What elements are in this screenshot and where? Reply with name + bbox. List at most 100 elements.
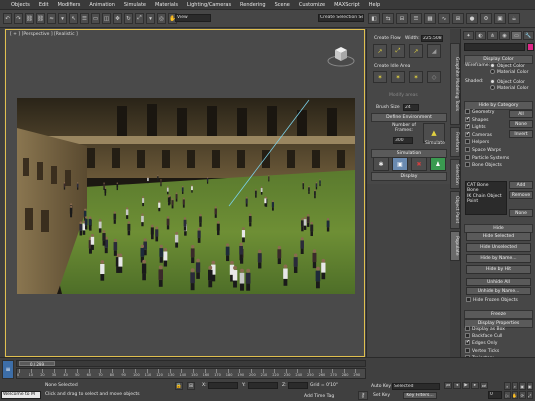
layers-icon[interactable]: ☰ <box>410 13 422 24</box>
display-prop-display-as-box[interactable]: Display as Box <box>465 326 533 333</box>
align-icon[interactable]: ⊟ <box>396 13 408 24</box>
wireframe-material-color[interactable]: Material Color <box>490 69 528 77</box>
select-object-icon[interactable]: ↖ <box>69 13 78 24</box>
y-field[interactable] <box>248 382 278 389</box>
hide-frozen-checkbox[interactable]: Hide Frozen Objects <box>466 297 518 305</box>
shaded-material-color[interactable]: Material Color <box>490 85 528 93</box>
fov-icon[interactable]: ▷ <box>504 391 511 399</box>
add-button[interactable]: Add <box>509 181 533 189</box>
abs-mode-icon[interactable]: ⊞ <box>187 382 195 390</box>
hide-button-0[interactable]: Hide Selected <box>466 232 531 241</box>
pivot-icon[interactable]: ◎ <box>157 13 166 24</box>
menu-item-edit[interactable]: Edit <box>39 2 49 8</box>
category-geometry[interactable]: Geometry <box>465 109 507 117</box>
zoom-extents-icon[interactable]: ▣ <box>519 382 526 390</box>
display-person-icon[interactable]: ✱ <box>373 157 389 171</box>
maximize-icon[interactable]: ⤢ <box>526 391 533 399</box>
menu-item-scene[interactable]: Scene <box>275 2 290 8</box>
viewport-label[interactable]: [ + ] [Perspective ] [Realistic ] <box>10 32 78 37</box>
hide-button-1[interactable]: Hide Unselected <box>466 243 531 252</box>
viewcube-icon[interactable] <box>326 42 356 68</box>
menu-item-maxscript[interactable]: MAXScript <box>334 2 360 8</box>
menu-item-lighting-cameras[interactable]: Lighting/Cameras <box>187 2 231 8</box>
flow-branch-icon[interactable]: ⤢ <box>391 44 405 58</box>
menu-item-animation[interactable]: Animation <box>89 2 115 8</box>
link-icon[interactable]: ⛓ <box>25 13 34 24</box>
none-list-button[interactable]: None <box>509 209 533 217</box>
simulate-button[interactable]: ▲ <box>423 123 445 143</box>
curve-editor-icon[interactable]: ∿ <box>438 13 450 24</box>
menu-item-objects[interactable]: Objects <box>11 2 30 8</box>
color-swatch[interactable] <box>527 43 534 51</box>
undo-icon[interactable]: ↶ <box>3 13 12 24</box>
object-name-field[interactable] <box>464 43 525 51</box>
window-crossing-icon[interactable]: ◫ <box>102 13 111 24</box>
selected-dropdown[interactable]: Selected <box>392 383 440 390</box>
reference-coordinate-icon[interactable]: ▾ <box>146 13 155 24</box>
hide-button-2[interactable]: Hide by Name... <box>466 254 531 263</box>
list-item[interactable]: Point <box>467 199 505 204</box>
display-prop-edges-only[interactable]: ✔ Edges Only <box>465 340 533 347</box>
select-move-icon[interactable]: ✥ <box>113 13 122 24</box>
freeze-header[interactable]: Freeze <box>464 310 533 319</box>
unlink-icon[interactable]: ⛓ <box>36 13 45 24</box>
select-filter-icon[interactable]: ▾ <box>58 13 67 24</box>
key-filters-button[interactable]: Key Filters... <box>403 392 437 399</box>
category-shapes[interactable]: ✔ Shapes <box>465 116 507 125</box>
selection-set-dropdown[interactable]: Create Selection Se <box>318 14 364 22</box>
material-editor-icon[interactable]: ● <box>466 13 478 24</box>
panel-tab-motion-icon[interactable]: ◉ <box>499 31 510 40</box>
lock-icon[interactable]: 🔒 <box>175 382 183 390</box>
display-prop-vertex-ticks[interactable]: Vertex Ticks <box>465 347 533 355</box>
add-time-tag[interactable]: Add Time Tag <box>304 394 334 399</box>
none-button[interactable]: None <box>509 120 533 128</box>
panel-tab-hierarchy-icon[interactable]: ⋔ <box>487 31 498 40</box>
flow-create-icon[interactable]: ↗ <box>373 44 387 58</box>
schematic-view-icon[interactable]: ⊞ <box>452 13 464 24</box>
select-rotate-icon[interactable]: ↻ <box>124 13 133 24</box>
zoom-all-icon[interactable]: ⌕ <box>511 382 518 390</box>
width-field[interactable]: 225.508 <box>421 35 443 42</box>
category-bone-objects[interactable]: Bone Objects <box>465 162 507 170</box>
panel-tab-create-icon[interactable]: ✦ <box>463 31 474 40</box>
idle-free-icon[interactable]: ✶ <box>391 71 405 83</box>
mini-listener-icon[interactable]: ≡ <box>2 360 14 379</box>
idle-circle-icon[interactable]: ✶ <box>373 71 387 83</box>
select-by-name-icon[interactable]: ☰ <box>80 13 89 24</box>
display-figure-icon[interactable]: ♟ <box>430 157 446 171</box>
go-to-start-icon[interactable]: ⏮ <box>444 382 452 389</box>
viewport[interactable]: [ + ] [Perspective ] [Realistic ] <box>5 29 365 357</box>
track-bar[interactable]: 0 10 20 30 40 50 60 70 80 90 100 110 120 130 140 150 160… <box>16 368 366 379</box>
render-icon[interactable]: ☕ <box>508 13 520 24</box>
set-key-icon[interactable]: ⚷ <box>358 391 368 400</box>
menu-item-materials[interactable]: Materials <box>155 2 178 8</box>
time-slider-thumb[interactable]: 0 / 299 <box>19 361 55 367</box>
panel-tab-display-icon[interactable]: ▭ <box>511 31 522 40</box>
define-environment-header[interactable]: Define Environment <box>371 113 447 122</box>
zoom-icon[interactable]: ⌕ <box>504 382 511 390</box>
panel-tab-modify-icon[interactable]: ◐ <box>475 31 486 40</box>
z-field[interactable] <box>288 382 308 389</box>
number-of-frames-field[interactable]: 300 <box>393 137 413 144</box>
remove-button[interactable]: Remove <box>509 191 533 199</box>
next-frame-icon[interactable]: ▸ <box>471 382 479 389</box>
x-field[interactable] <box>208 382 238 389</box>
tab-populate[interactable]: Populate <box>450 231 460 261</box>
panel-tab-utilities-icon[interactable]: 🔧 <box>523 31 534 40</box>
menu-item-modifiers[interactable]: Modifiers <box>58 2 81 8</box>
display-header[interactable]: Display <box>371 172 447 181</box>
unhide-button-0[interactable]: Unhide All <box>466 278 531 286</box>
display-prop-backface-cull[interactable]: Backface Cull <box>465 333 533 340</box>
invert-button[interactable]: Invert <box>509 130 533 138</box>
tab-selection[interactable]: Selection <box>450 159 460 189</box>
flow-ramp-icon[interactable]: ◢ <box>427 44 441 58</box>
named-sets-icon[interactable]: ◧ <box>368 13 380 24</box>
mirror-icon[interactable]: ⇆ <box>382 13 394 24</box>
menu-item-simulate[interactable]: Simulate <box>124 2 146 8</box>
time-slider[interactable]: 0 / 299 <box>16 360 366 367</box>
graphite-toggle-icon[interactable]: ▦ <box>424 13 436 24</box>
go-to-end-icon[interactable]: ⏭ <box>480 382 488 389</box>
category-particle-systems[interactable]: Particle Systems <box>465 154 509 163</box>
rect-selection-icon[interactable]: ▭ <box>91 13 100 24</box>
category-cameras[interactable]: ✔ Cameras <box>465 131 507 140</box>
